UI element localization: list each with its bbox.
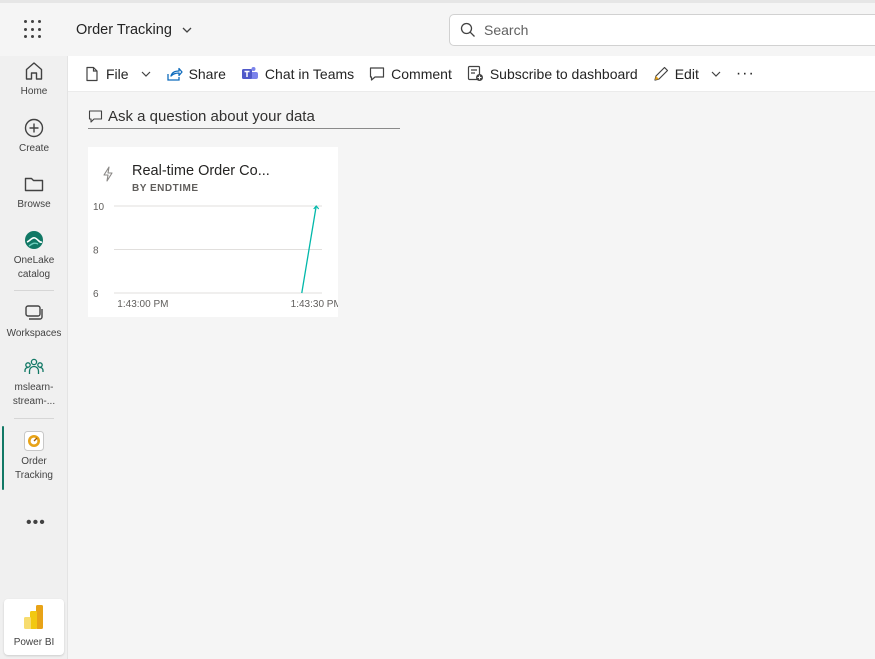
nav-onelake-label-line2: catalog xyxy=(17,269,51,280)
nav-more-button[interactable]: ••• xyxy=(26,514,46,532)
nav-order-tracking[interactable]: Order Tracking xyxy=(0,430,68,483)
nav-browse-label: Browse xyxy=(17,199,51,210)
subscribe-icon xyxy=(467,65,483,81)
folder-icon xyxy=(24,177,44,192)
qna-input[interactable]: Ask a question about your data xyxy=(88,104,400,129)
chevron-down-icon xyxy=(182,27,192,33)
y-tick-label: 6 xyxy=(93,289,99,300)
app-title-dropdown[interactable]: Order Tracking xyxy=(76,22,192,38)
nav-workspaces[interactable]: Workspaces xyxy=(0,302,68,341)
nav-onelake-label: OneLake catalog xyxy=(14,254,55,282)
nav-order-label-line1: Order xyxy=(21,456,47,467)
edit-label: Edit xyxy=(674,65,699,82)
share-button[interactable]: Share xyxy=(166,66,226,82)
nav-onelake-label-line1: OneLake xyxy=(13,255,55,266)
powerbi-logo-icon xyxy=(24,605,43,629)
main-content: File Share Chat in Teams Comment Subscri… xyxy=(68,56,875,659)
pencil-icon xyxy=(654,66,668,81)
subscribe-button[interactable]: Subscribe to dashboard xyxy=(467,65,638,82)
qna-placeholder: Ask a question about your data xyxy=(108,107,315,125)
comment-icon xyxy=(370,66,385,81)
edit-menu-button[interactable]: Edit xyxy=(653,66,721,82)
group-icon xyxy=(24,358,44,374)
app-launcher-icon[interactable] xyxy=(24,20,44,40)
teams-icon xyxy=(241,66,258,79)
nav-divider xyxy=(14,290,54,291)
comment-button[interactable]: Comment xyxy=(369,66,452,82)
more-options-button[interactable]: ··· xyxy=(736,65,755,83)
y-tick-label: 8 xyxy=(93,246,99,257)
nav-order-label-line2: Tracking xyxy=(15,470,53,481)
nav-divider xyxy=(14,418,54,419)
nav-home-label: Home xyxy=(20,86,48,97)
app-title: Order Tracking xyxy=(76,22,172,38)
nav-create-label: Create xyxy=(18,143,49,154)
subscribe-label: Subscribe to dashboard xyxy=(489,65,638,82)
comment-label: Comment xyxy=(391,65,452,82)
powerbi-label: Power BI xyxy=(13,637,55,648)
search-input[interactable] xyxy=(484,22,784,38)
add-circle-icon xyxy=(24,118,44,138)
y-tick-label: 10 xyxy=(93,202,105,213)
chevron-down-icon xyxy=(141,71,150,77)
search-icon xyxy=(460,22,475,37)
file-menu-button[interactable]: File xyxy=(84,66,151,82)
nav-workspace-mslearn[interactable]: mslearn-stream-... xyxy=(0,356,68,409)
nav-ws-label-line1: mslearn- xyxy=(14,382,54,393)
search-box[interactable] xyxy=(449,14,875,46)
x-tick-label: 1:43:00 PM xyxy=(117,299,168,310)
nav-workspaces-label: Workspaces xyxy=(6,328,62,339)
dashboard-icon xyxy=(24,431,44,451)
nav-home[interactable]: Home xyxy=(0,60,68,99)
left-nav: Home Create Browse OneLake catalog Worksp… xyxy=(0,56,68,659)
x-tick-label: 1:43:30 PM xyxy=(291,299,338,310)
line-chart: 10 8 6 1:43:00 PM 1:43:30 PM xyxy=(93,202,338,310)
onelake-icon xyxy=(25,231,43,249)
workspaces-icon xyxy=(25,305,43,320)
chat-label: Chat in Teams xyxy=(264,65,355,82)
share-label: Share xyxy=(188,65,226,82)
toolbar: File Share Chat in Teams Comment Subscri… xyxy=(68,56,875,92)
comment-icon xyxy=(88,109,103,123)
nav-order-tracking-label: Order Tracking xyxy=(15,455,53,483)
home-icon xyxy=(25,62,43,80)
powerbi-switcher[interactable]: Power BI xyxy=(4,599,64,655)
nav-browse[interactable]: Browse xyxy=(0,173,68,212)
top-bar: Order Tracking xyxy=(0,0,875,56)
share-icon xyxy=(166,67,183,81)
nav-create[interactable]: Create xyxy=(0,117,68,156)
nav-ws-label-line2: stream-... xyxy=(12,396,56,407)
file-icon xyxy=(86,66,98,81)
nav-workspace-label: mslearn-stream-... xyxy=(13,381,55,409)
nav-onelake-catalog[interactable]: OneLake catalog xyxy=(0,229,68,282)
dashboard-tile[interactable]: Real-time Order Co... BY ENDTIME 10 8 6 1:4… xyxy=(88,147,338,317)
chevron-down-icon xyxy=(711,71,721,77)
chat-in-teams-button[interactable]: Chat in Teams xyxy=(241,66,354,82)
file-label: File xyxy=(106,65,129,82)
